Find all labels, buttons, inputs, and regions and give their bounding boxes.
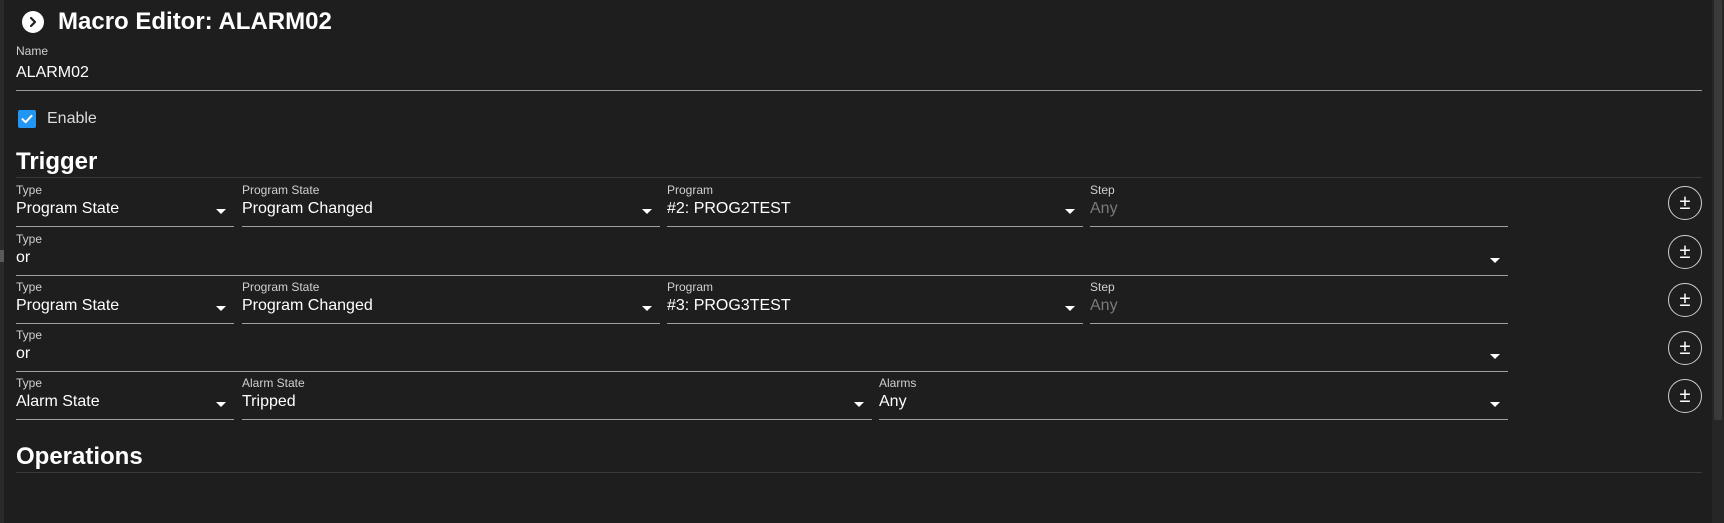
add-remove-button[interactable]: ± xyxy=(1668,186,1702,220)
name-input[interactable]: ALARM02 xyxy=(16,64,89,82)
program-label: Program xyxy=(667,183,714,197)
trigger-row: Type Program State Program State Program… xyxy=(16,274,1702,324)
alarm-state-select[interactable]: Alarm State Tripped xyxy=(242,370,872,420)
program-state-label: Program State xyxy=(242,183,320,197)
type-value: Program State xyxy=(16,297,120,314)
trigger-type-select[interactable]: Type or xyxy=(16,226,1508,276)
program-state-value: Program Changed xyxy=(242,200,373,217)
enable-toggle[interactable]: Enable xyxy=(18,110,97,128)
trigger-row: Type or ± xyxy=(16,322,1702,372)
trigger-row: Type Alarm State Alarm State Tripped Ala… xyxy=(16,370,1702,420)
caret-down-icon xyxy=(216,306,226,311)
editor-header: Macro Editor: ALARM02 xyxy=(22,7,332,37)
type-label: Type xyxy=(16,328,43,342)
caret-down-icon xyxy=(642,306,652,311)
left-edge-handle[interactable] xyxy=(0,250,4,262)
caret-down-icon xyxy=(1490,354,1500,359)
caret-down-icon xyxy=(1490,402,1500,407)
program-value: #2: PROG2TEST xyxy=(667,200,791,217)
add-remove-button[interactable]: ± xyxy=(1668,379,1702,413)
type-label: Type xyxy=(16,280,43,294)
operations-divider xyxy=(16,472,1702,473)
type-label: Type xyxy=(16,376,43,390)
operations-heading: Operations xyxy=(16,443,143,470)
trigger-row: Type Program State Program State Program… xyxy=(16,177,1702,227)
caret-down-icon xyxy=(1065,306,1075,311)
trigger-type-select[interactable]: Type or xyxy=(16,322,1508,372)
trigger-row: Type or ± xyxy=(16,226,1702,276)
program-select[interactable]: Program #2: PROG2TEST xyxy=(667,177,1083,227)
add-remove-button[interactable]: ± xyxy=(1668,235,1702,269)
trigger-type-select[interactable]: Type Program State xyxy=(16,177,234,227)
alarm-state-value: Tripped xyxy=(242,393,296,410)
alarms-value: Any xyxy=(879,393,907,410)
program-state-select[interactable]: Program State Program Changed xyxy=(242,177,660,227)
program-value: #3: PROG3TEST xyxy=(667,297,791,314)
caret-down-icon xyxy=(216,402,226,407)
add-remove-button[interactable]: ± xyxy=(1668,283,1702,317)
type-value: or xyxy=(16,249,31,266)
step-label: Step xyxy=(1090,280,1115,294)
caret-down-icon xyxy=(1065,209,1075,214)
type-label: Type xyxy=(16,232,43,246)
trigger-type-select[interactable]: Type Program State xyxy=(16,274,234,324)
collapse-button[interactable] xyxy=(22,11,44,33)
alarms-label: Alarms xyxy=(879,376,917,390)
type-value: Program State xyxy=(16,200,120,217)
trigger-type-select[interactable]: Type Alarm State xyxy=(16,370,234,420)
alarm-state-label: Alarm State xyxy=(242,376,305,390)
name-label: Name xyxy=(16,44,49,58)
scrollbar-thumb[interactable] xyxy=(1714,0,1722,420)
chevron-right-icon xyxy=(29,16,37,28)
program-state-label: Program State xyxy=(242,280,320,294)
enable-checkbox[interactable] xyxy=(18,110,36,128)
caret-down-icon xyxy=(1490,258,1500,263)
check-icon xyxy=(21,114,33,124)
caret-down-icon xyxy=(216,209,226,214)
program-select[interactable]: Program #3: PROG3TEST xyxy=(667,274,1083,324)
step-field[interactable]: Step Any xyxy=(1090,177,1508,227)
type-value: Alarm State xyxy=(16,393,100,410)
type-label: Type xyxy=(16,183,43,197)
program-state-select[interactable]: Program State Program Changed xyxy=(242,274,660,324)
type-value: or xyxy=(16,345,31,362)
alarms-select[interactable]: Alarms Any xyxy=(879,370,1508,420)
trigger-heading: Trigger xyxy=(16,148,98,175)
add-remove-button[interactable]: ± xyxy=(1668,331,1702,365)
caret-down-icon xyxy=(642,209,652,214)
caret-down-icon xyxy=(854,402,864,407)
page-title: Macro Editor: ALARM02 xyxy=(58,8,332,35)
enable-label: Enable xyxy=(47,110,97,127)
program-label: Program xyxy=(667,280,714,294)
step-input[interactable]: Any xyxy=(1090,297,1118,315)
step-field[interactable]: Step Any xyxy=(1090,274,1508,324)
step-input[interactable]: Any xyxy=(1090,200,1118,218)
program-state-value: Program Changed xyxy=(242,297,373,314)
step-label: Step xyxy=(1090,183,1115,197)
name-field[interactable]: Name ALARM02 xyxy=(16,44,1702,91)
